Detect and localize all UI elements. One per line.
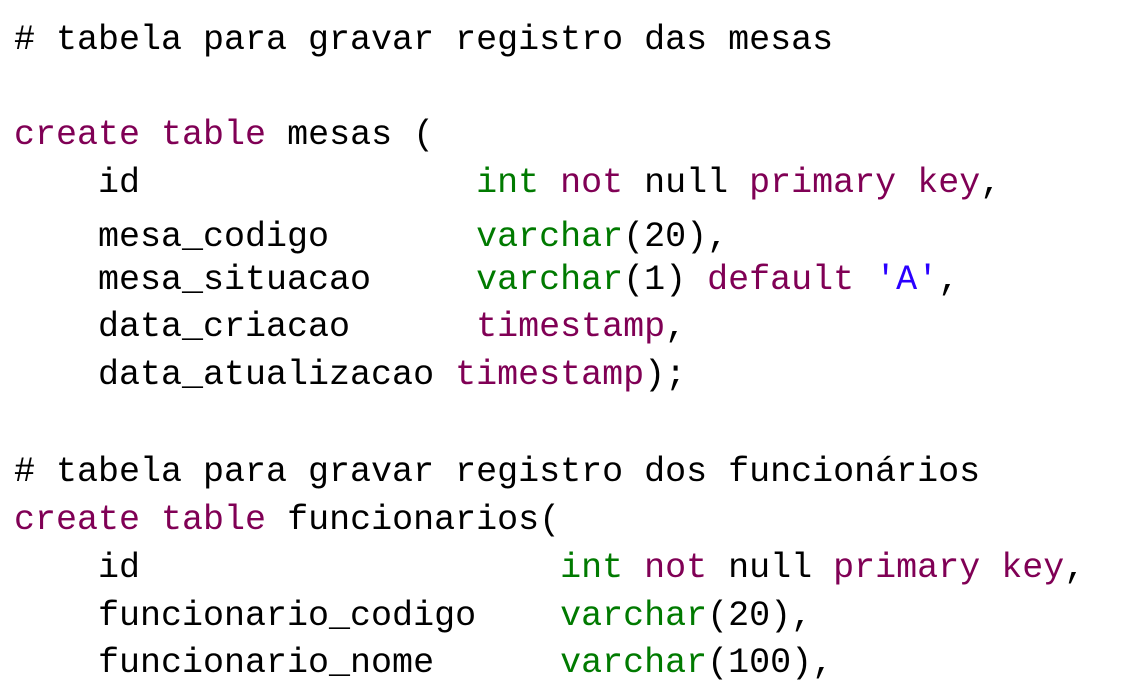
- code-line-1: # tabela para gravar registro das mesas: [14, 18, 833, 62]
- code-token-text: id: [14, 548, 561, 588]
- code-token-type: int: [476, 163, 540, 203]
- code-token-text: null: [707, 548, 834, 588]
- code-line-2: create table mesas (: [14, 113, 434, 157]
- code-line-6: data_criacao timestamp,: [14, 305, 686, 349]
- code-line-12: funcionario_nome varchar(100),: [14, 641, 833, 685]
- code-token-text: mesa_situacao: [14, 260, 477, 300]
- code-token-text: funcionario_nome: [14, 643, 561, 683]
- code-token-text: (1): [623, 260, 708, 300]
- code-token-keyword: create: [14, 500, 141, 540]
- code-token-text: funcionarios(: [266, 500, 561, 540]
- code-token-keyword: not: [560, 163, 624, 203]
- code-token-type: varchar: [476, 217, 624, 257]
- code-token-keyword: timestamp: [476, 307, 666, 347]
- code-token-comment: # tabela para gravar registro das mesas: [14, 20, 834, 60]
- code-token-type: varchar: [560, 643, 708, 683]
- code-token-text: id: [14, 163, 477, 203]
- code-token-keyword: primary: [833, 548, 981, 588]
- code-token-type: varchar: [560, 596, 708, 636]
- code-token-keyword: primary: [749, 163, 897, 203]
- code-token-keyword: table: [161, 115, 267, 155]
- code-token-text: (100),: [707, 643, 834, 683]
- code-token-text: data_criacao: [14, 307, 477, 347]
- code-token-text: mesa_codigo: [14, 217, 477, 257]
- code-token-text: mesas (: [266, 115, 435, 155]
- code-line-4: mesa_codigo varchar(20),: [14, 215, 728, 259]
- code-token-keyword: default: [707, 260, 855, 300]
- code-line-5: mesa_situacao varchar(1) default 'A',: [14, 258, 959, 302]
- code-token-type: int: [560, 548, 624, 588]
- code-token-keyword: not: [644, 548, 708, 588]
- code-token-keyword: create: [14, 115, 141, 155]
- code-token-keyword: timestamp: [455, 355, 645, 395]
- code-token-comment: # tabela para gravar registro dos funcio…: [14, 452, 981, 492]
- code-token-text: ,: [1064, 548, 1086, 588]
- code-line-11: funcionario_codigo varchar(20),: [14, 594, 812, 638]
- code-line-8: # tabela para gravar registro dos funcio…: [14, 450, 980, 494]
- code-token-text: data_atualizacao: [14, 355, 456, 395]
- code-token-string: 'A': [875, 260, 939, 300]
- code-token-type: varchar: [476, 260, 624, 300]
- code-token-text: ,: [665, 307, 687, 347]
- code-token-keyword: key: [1001, 548, 1065, 588]
- code-token-text: );: [644, 355, 687, 395]
- code-token-text: ,: [938, 260, 960, 300]
- code-token-text: ,: [980, 163, 1002, 203]
- code-token-text: (20),: [707, 596, 813, 636]
- code-token-keyword: key: [917, 163, 981, 203]
- code-token-text: funcionario_codigo: [14, 596, 561, 636]
- code-line-7: data_atualizacao timestamp);: [14, 353, 686, 397]
- code-token-keyword: table: [161, 500, 267, 540]
- code-token-text: null: [623, 163, 750, 203]
- code-line-10: id int not null primary key,: [14, 546, 1085, 590]
- code-listing: # tabela para gravar registro das mesas c…: [0, 0, 1126, 698]
- code-token-text: (20),: [623, 217, 729, 257]
- code-line-3: id int not null primary key,: [14, 161, 1001, 205]
- code-line-9: create table funcionarios(: [14, 498, 560, 542]
